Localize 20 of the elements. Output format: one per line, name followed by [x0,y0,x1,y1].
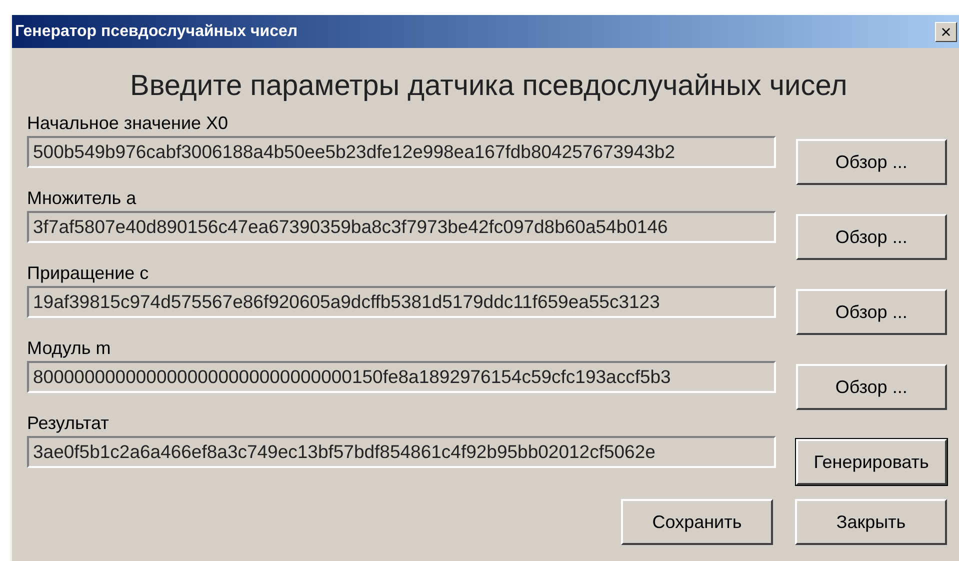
browse-button[interactable]: Обзор ... [796,364,947,410]
text-field[interactable]: 19af39815c974d575567e86f920605a9dcffb5381d5179ddc11f659ea55c3123 [27,286,776,318]
text-field[interactable]: 8000000000000000000000000000000150fe8a1892976154c59cfc193accf5b3 [27,361,776,393]
browse-button[interactable]: Обзор ... [796,139,947,185]
field-label: Множитель a [27,187,136,210]
field-label: Модуль m [27,337,111,360]
browse-button[interactable]: Обзор ... [796,289,947,335]
window-title: Генератор псевдослучайных чисел [15,22,298,42]
dialog-button[interactable]: Сохранить [621,499,773,545]
text-field[interactable]: 3ae0f5b1c2a6a466ef8a3c749ec13bf57bdf854861c4f92b95bb02012cf5062e [27,436,776,468]
text-field[interactable]: 3f7af5807e40d890156c47ea67390359ba8c3f7973be42fc097d8b60a54b0146 [27,211,776,243]
dialog-button[interactable]: Закрыть [795,499,947,545]
close-button[interactable]: × [935,22,957,42]
text-field[interactable]: 500b549b976cabf3006188a4b50ee5b23dfe12e998ea167fdb804257673943b2 [27,136,776,168]
browse-button[interactable]: Обзор ... [796,214,947,260]
field-label: Начальное значение X0 [27,112,228,135]
field-label: Приращение c [27,262,149,285]
field-label: Результат [27,412,109,435]
dialog-heading: Введите параметры датчика псевдослучайных чисел [130,69,848,104]
browse-button[interactable]: Генерировать [796,439,947,485]
